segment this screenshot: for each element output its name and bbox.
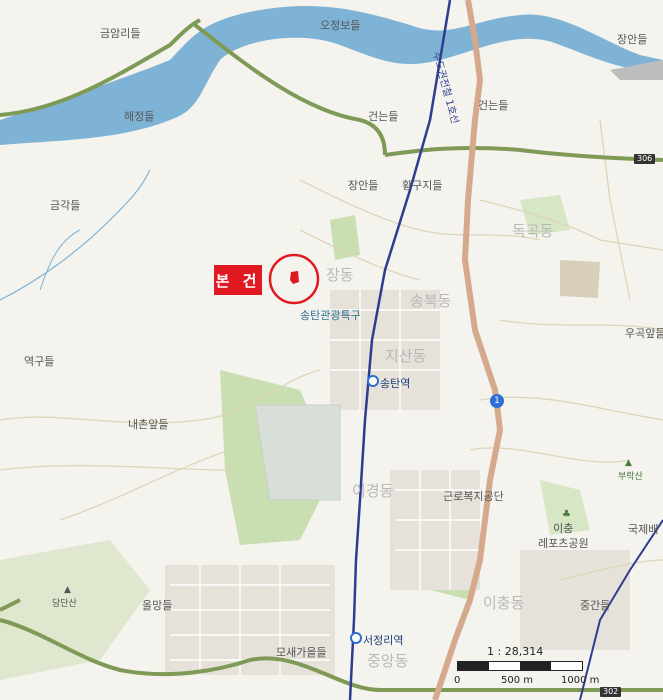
tourist-zone-label: 송탄관광특구 bbox=[300, 309, 361, 322]
place-label: 근로복지공단 bbox=[443, 490, 504, 503]
place-label: 중간들 bbox=[580, 599, 611, 612]
district-label: 이충동 bbox=[483, 594, 525, 612]
target-marker[interactable] bbox=[267, 252, 321, 306]
place-label: 금암리들 bbox=[100, 27, 141, 40]
mountain-label: 당단산 bbox=[52, 599, 77, 609]
district-label: 이경동 bbox=[352, 482, 394, 500]
route-badge: 1 bbox=[490, 394, 504, 408]
route-badge: 306 bbox=[634, 154, 656, 164]
place-label: 금각들 bbox=[50, 199, 81, 212]
scale-bar-graphic bbox=[457, 661, 583, 671]
place-label: 건는들 bbox=[478, 99, 509, 112]
station-marker-icon[interactable] bbox=[367, 375, 379, 387]
place-label: 내촌앞들 bbox=[128, 418, 169, 431]
scale-tick: 0 bbox=[454, 675, 461, 686]
district-label: 지산동 bbox=[385, 347, 427, 365]
mountain-label: 부락산 bbox=[618, 472, 643, 482]
station-label[interactable]: 서정리역 bbox=[363, 632, 403, 648]
place-label: 우곡앞들 bbox=[625, 327, 663, 340]
place-label: 장안들 bbox=[617, 33, 648, 46]
place-label: 모새가을들 bbox=[276, 646, 327, 659]
place-label: 해정들 bbox=[124, 110, 155, 123]
map-canvas[interactable]: 금암리들 오정보들 장안들 해정들 건는들 건는들 장안들 황구지들 금각들 역… bbox=[0, 0, 663, 700]
station-label[interactable]: 송탄역 bbox=[380, 375, 410, 391]
district-label: 독곡동 bbox=[512, 222, 554, 240]
place-label: 올망들 bbox=[142, 599, 173, 612]
station-marker-icon[interactable] bbox=[350, 632, 362, 644]
district-label: 중앙동 bbox=[367, 652, 409, 670]
place-label: 장안들 bbox=[348, 179, 379, 192]
district-label: 송북동 bbox=[410, 292, 452, 310]
scale-tick: 500 m bbox=[501, 675, 534, 686]
park-label: 이충 레포츠공원 bbox=[538, 522, 589, 550]
place-label: 황구지들 bbox=[402, 179, 443, 192]
place-label: 오정보들 bbox=[320, 19, 361, 32]
place-label: 건는들 bbox=[368, 110, 399, 123]
scale-bar: 1 : 28,314 0 500 m 1000 m bbox=[449, 645, 609, 695]
park-area-north bbox=[330, 215, 360, 260]
green-road-306 bbox=[384, 145, 663, 162]
place-label: 역구들 bbox=[24, 355, 55, 368]
mountain-icon: ▲ bbox=[625, 458, 632, 468]
target-label-box: 본 건 bbox=[214, 265, 262, 295]
tree-icon: ♣ bbox=[562, 509, 571, 520]
scale-ratio: 1 : 28,314 bbox=[487, 645, 544, 658]
place-label: 국제배 bbox=[628, 523, 659, 536]
map-base-layer bbox=[0, 0, 663, 700]
mountain-icon: ▲ bbox=[64, 585, 71, 595]
hill-area bbox=[560, 260, 600, 298]
scale-tick: 1000 m bbox=[561, 675, 600, 686]
district-label: 장동 bbox=[326, 266, 354, 284]
